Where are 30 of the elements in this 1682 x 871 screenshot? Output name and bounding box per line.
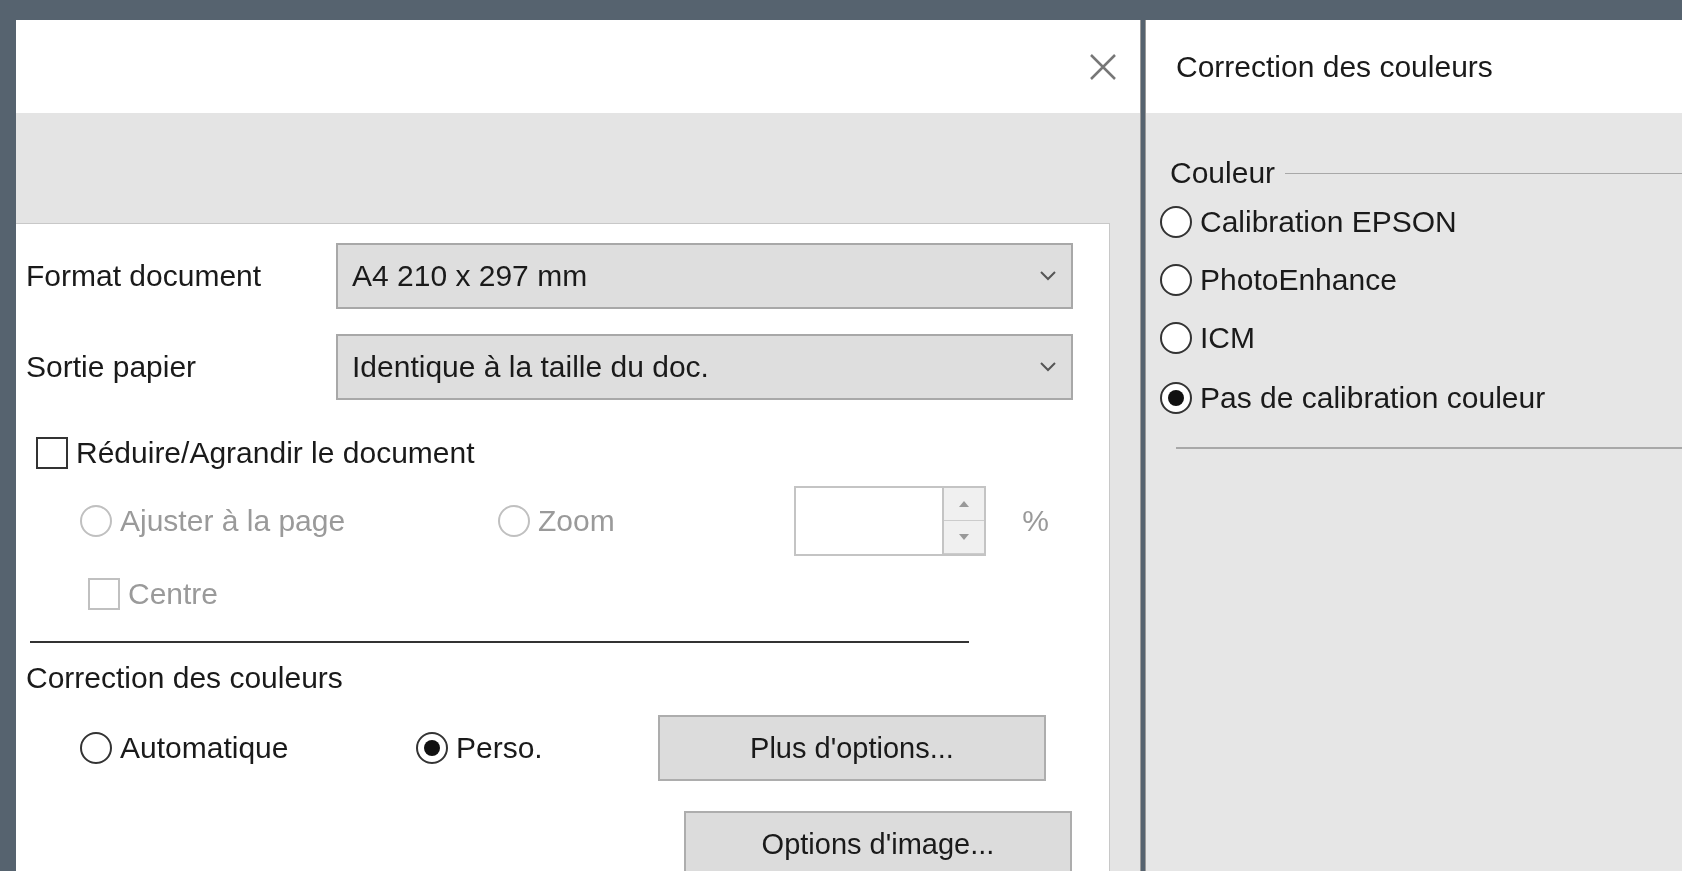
radio-button[interactable] <box>1160 206 1192 238</box>
radio-button[interactable] <box>1160 322 1192 354</box>
radio-label: Calibration EPSON <box>1200 205 1457 239</box>
checkbox[interactable] <box>36 437 68 469</box>
checkbox-label: Centre <box>128 577 219 611</box>
dropdown[interactable]: Identique à la taille du doc. <box>336 334 1073 400</box>
radio-label: Pas de calibration couleur <box>1200 381 1546 415</box>
radio-button[interactable] <box>1160 264 1192 296</box>
more-options-button[interactable]: Plus d'options... <box>658 715 1046 781</box>
chevron-down-icon <box>1039 361 1057 373</box>
radio-label: Perso. <box>456 731 543 765</box>
section-title: Correction des couleurs <box>26 661 343 695</box>
field-label: Sortie papier <box>26 350 198 384</box>
dropdown[interactable]: A4 210 x 297 mm <box>336 243 1073 309</box>
radio-label: PhotoEnhance <box>1200 263 1397 297</box>
window-title: Correction des couleurs <box>1146 20 1682 113</box>
radio-button[interactable] <box>80 732 112 764</box>
image-options-button[interactable]: Options d'image... <box>684 811 1072 871</box>
radio-label: Automatique <box>120 731 289 765</box>
percent-label: % <box>1022 504 1049 538</box>
field-label: Format document <box>26 259 263 293</box>
radio-label: Zoom <box>538 504 615 538</box>
checkbox-label: Réduire/Agrandir le document <box>76 436 475 470</box>
group-title: Couleur <box>1170 156 1276 190</box>
radio-label: ICM <box>1200 321 1255 355</box>
radio-button[interactable] <box>416 732 448 764</box>
radio-label: Ajuster à la page <box>120 504 346 538</box>
radio-button[interactable] <box>1160 382 1192 414</box>
close-icon[interactable] <box>1088 51 1118 82</box>
chevron-down-icon <box>1039 270 1057 282</box>
